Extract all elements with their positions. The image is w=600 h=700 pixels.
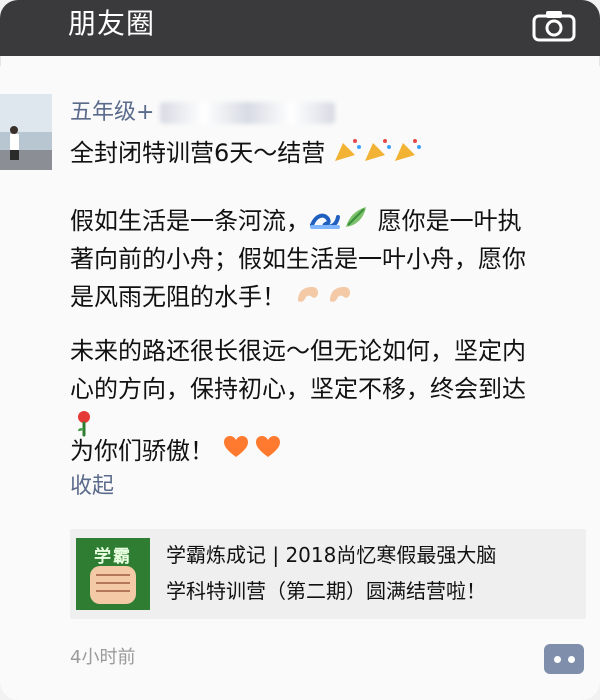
post-time: 4小时前	[70, 647, 136, 668]
more-dot	[554, 656, 561, 663]
link-card[interactable]: 学霸 学霸炼成记 | 2018尚忆寒假最强大脑 学科特训营（第二期）圆满结营啦！	[70, 529, 586, 619]
paragraph-1-line-3: 是风雨无阻的水手！	[70, 278, 585, 318]
collapse-link[interactable]: 收起	[70, 470, 114, 504]
paragraph-2-line-1: 未来的路还很长很远～但无论如何，坚定内	[70, 337, 526, 365]
author-name-text: 五年级+	[70, 100, 155, 125]
paragraph-2-line-2: 心的方向，保持初心，坚定不移，终会到达	[70, 375, 526, 403]
paragraph-1-line-2: 著向前的小舟；假如生活是一叶小舟，愿你	[70, 245, 526, 273]
paragraph-1-line-3-text: 是风雨无阻的水手！	[70, 283, 286, 311]
orange-heart-icon	[222, 433, 286, 472]
link-card-title-line-2: 学科特训营（第二期）圆满结营啦！	[166, 579, 486, 603]
paragraph-1-line-1: 假如生活是一条河流， 愿你是一叶执	[70, 202, 585, 242]
moment-post: 五年级+ 全封闭特训营6天～结营 假如生活是一条河流， 愿你是一叶执 著向前的小…	[0, 66, 600, 700]
avatar[interactable]	[0, 94, 52, 170]
moments-screen: 朋友圈 五年级+ 全封闭特训营6天～结营 假如生活是一条河流， 愿你是一叶执 著…	[0, 0, 600, 700]
fist-icon	[90, 566, 136, 604]
link-card-title: 学霸炼成记 | 2018尚忆寒假最强大脑 学科特训营（第二期）圆满结营啦！	[166, 537, 580, 609]
party-popper-icon	[333, 135, 423, 174]
thumbnail-text: 学霸	[94, 547, 132, 567]
wave-icon	[310, 203, 340, 242]
comment-more-icon[interactable]	[544, 644, 584, 674]
top-bar: 朋友圈	[0, 0, 600, 56]
rose-line	[70, 408, 585, 436]
more-dot	[568, 656, 575, 663]
flexed-biceps-icon	[294, 279, 358, 318]
paragraph-1-line-1-part-1: 假如生活是一条河流，	[70, 207, 310, 235]
author-name[interactable]: 五年级+	[70, 96, 336, 130]
camera-icon[interactable]	[532, 8, 576, 42]
paragraph-2-line-3-text: 为你们骄傲！	[70, 437, 214, 465]
headline-text: 全封闭特训营6天～结营	[70, 139, 326, 167]
paragraph-2-line-3: 为你们骄傲！	[70, 432, 585, 472]
link-card-thumbnail: 学霸	[76, 538, 150, 610]
leaf-icon	[340, 203, 370, 242]
paragraph-1-line-1-part-2: 愿你是一叶执	[370, 207, 522, 235]
post-headline: 全封闭特训营6天～结营	[70, 134, 585, 174]
link-card-title-line-1: 学霸炼成记 | 2018尚忆寒假最强大脑	[166, 543, 497, 567]
redacted-name-blur	[160, 102, 336, 124]
page-title: 朋友圈	[68, 7, 156, 40]
